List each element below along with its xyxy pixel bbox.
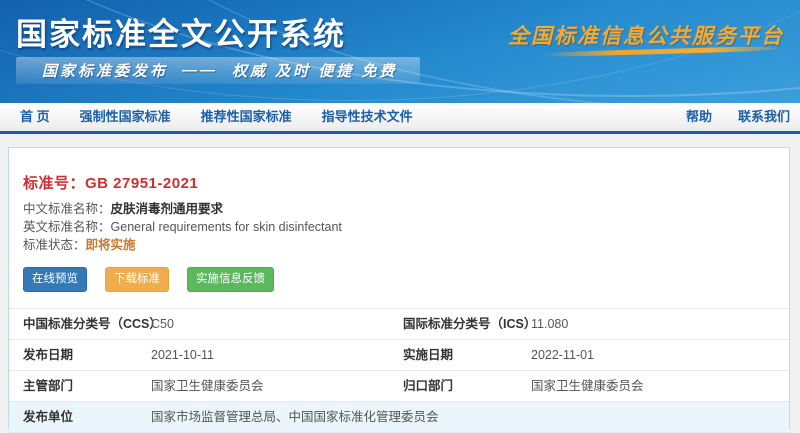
ics-value: 11.080 (531, 309, 568, 339)
site-title[interactable]: 国家标准全文公开系统 (16, 9, 346, 54)
chinese-name-label: 中文标准名称： (23, 202, 111, 216)
table-row-departments: 主管部门 国家卫生健康委员会 归口部门 国家卫生健康委员会 (9, 370, 789, 401)
publisher-label: 国家标准委发布 (42, 60, 168, 81)
implement-date-value: 2022-11-01 (531, 340, 594, 370)
publish-unit-label: 发布单位 (23, 402, 73, 432)
status-label: 标准状态： (23, 238, 86, 252)
english-name-value: General requirements for skin disinfecta… (111, 220, 342, 234)
nav-item-recommended-standards[interactable]: 推荐性国家标准 (201, 103, 292, 131)
table-row-dates: 发布日期 2021-10-11 实施日期 2022-11-01 (9, 339, 789, 370)
platform-name-link[interactable]: 全国标准信息公共服务平台 (508, 20, 784, 50)
standard-number-label: 标准号： (23, 175, 85, 192)
standard-number-value: GB 27951-2021 (85, 175, 198, 192)
publish-date-label: 发布日期 (23, 340, 73, 370)
status-badge: 即将实施 (86, 238, 136, 252)
competent-dept-label: 主管部门 (23, 371, 73, 401)
implementation-feedback-button[interactable]: 实施信息反馈 (187, 267, 274, 292)
nav-right-group: 帮助 联系我们 (686, 103, 794, 131)
table-row-publisher: 发布单位 国家市场监督管理总局、中国国家标准化管理委员会 (9, 401, 789, 433)
standard-number-line: 标准号：GB 27951-2021 (23, 172, 198, 193)
centralized-dept-value: 国家卫生健康委员会 (531, 371, 644, 401)
chinese-name-line: 中文标准名称：皮肤消毒剂通用要求 (23, 201, 223, 217)
nav-item-mandatory-standards[interactable]: 强制性国家标准 (80, 103, 171, 131)
online-preview-button[interactable]: 在线预览 (23, 267, 87, 292)
implement-date-label: 实施日期 (403, 340, 453, 370)
ccs-value: C50 (151, 309, 174, 339)
table-row-classification: 中国标准分类号（CCS） C50 国际标准分类号（ICS） 11.080 (9, 308, 789, 339)
ccs-label: 中国标准分类号（CCS） (23, 309, 162, 339)
nav-left-group: 首 页 强制性国家标准 推荐性国家标准 指导性技术文件 (20, 103, 686, 131)
action-button-row: 在线预览 下载标准 实施信息反馈 (23, 267, 274, 292)
status-line: 标准状态：即将实施 (23, 237, 136, 253)
publisher-dash: —— (182, 62, 218, 79)
ics-label: 国际标准分类号（ICS） (403, 309, 536, 339)
nav-item-contact-us[interactable]: 联系我们 (738, 103, 790, 131)
nav-item-guiding-documents[interactable]: 指导性技术文件 (322, 103, 413, 131)
english-name-line: 英文标准名称：General requirements for skin dis… (23, 219, 342, 235)
centralized-dept-label: 归口部门 (403, 371, 453, 401)
publisher-banner: 国家标准委发布 —— 权威 及时 便捷 免费 (16, 57, 420, 84)
nav-item-home[interactable]: 首 页 (20, 103, 50, 131)
publish-date-value: 2021-10-11 (151, 340, 214, 370)
english-name-label: 英文标准名称： (23, 220, 111, 234)
nav-divider-bar (0, 131, 800, 134)
chinese-name-value: 皮肤消毒剂通用要求 (111, 202, 224, 216)
main-nav: 首 页 强制性国家标准 推荐性国家标准 指导性技术文件 帮助 联系我们 (0, 103, 800, 131)
publish-unit-value: 国家市场监督管理总局、中国国家标准化管理委员会 (151, 402, 439, 432)
download-standard-button[interactable]: 下载标准 (105, 267, 169, 292)
publisher-slogan: 权威 及时 便捷 免费 (232, 60, 398, 81)
competent-dept-value: 国家卫生健康委员会 (151, 371, 264, 401)
site-header: 国家标准全文公开系统 国家标准委发布 —— 权威 及时 便捷 免费 全国标准信息… (0, 0, 800, 103)
nav-item-help[interactable]: 帮助 (686, 103, 712, 131)
standard-detail-card: 标准号：GB 27951-2021 中文标准名称：皮肤消毒剂通用要求 英文标准名… (8, 147, 790, 429)
standard-info-table: 中国标准分类号（CCS） C50 国际标准分类号（ICS） 11.080 发布日… (9, 308, 789, 433)
